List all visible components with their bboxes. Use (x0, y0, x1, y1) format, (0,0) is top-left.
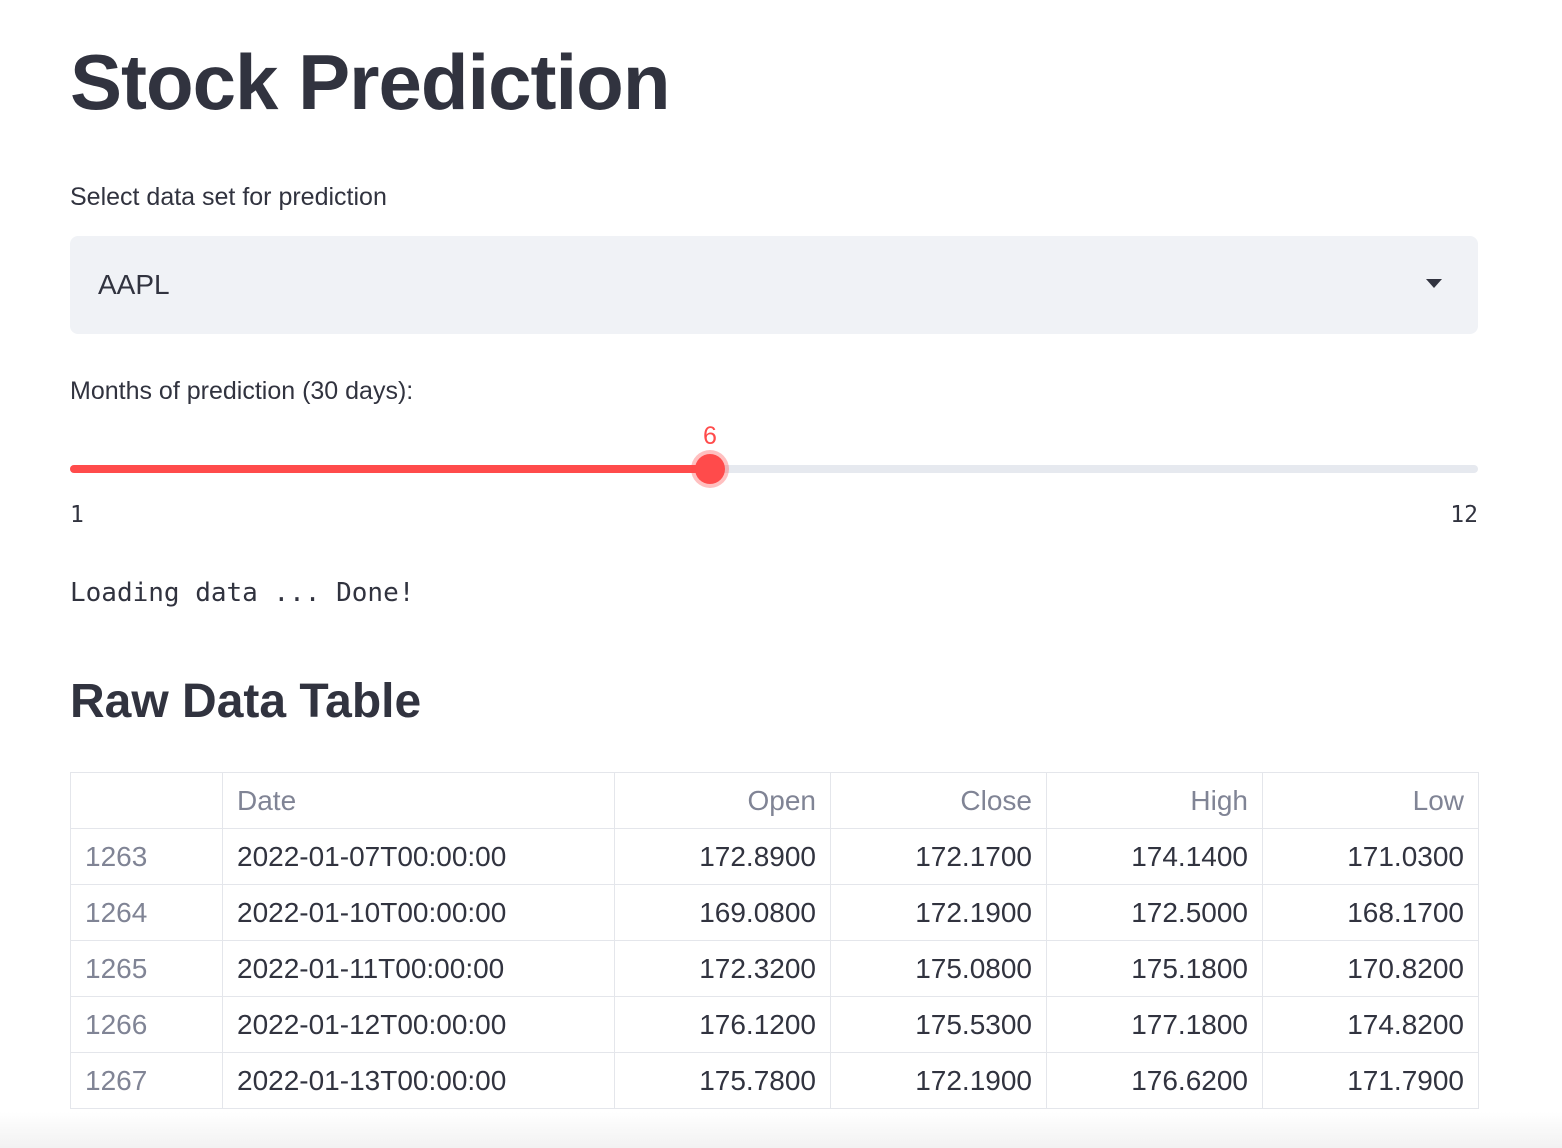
low-cell[interactable]: 171.7900 (1262, 1052, 1479, 1109)
months-slider-fill (70, 465, 710, 473)
close-cell[interactable]: 175.5300 (830, 996, 1047, 1053)
dataset-select[interactable]: AAPL (70, 236, 1478, 334)
table-header-row: Date Open Close High Low (70, 772, 1479, 829)
dataset-select-label: Select data set for prediction (70, 183, 387, 211)
column-header-index[interactable] (70, 772, 223, 829)
dataset-select-value: AAPL (98, 269, 170, 300)
close-cell[interactable]: 172.1900 (830, 884, 1047, 941)
column-header-open[interactable]: Open (614, 772, 831, 829)
months-slider-thumb[interactable] (695, 454, 725, 484)
table-row: 1263 2022-01-07T00:00:00 172.8900 172.17… (70, 828, 1479, 885)
row-index-cell[interactable]: 1263 (70, 828, 223, 885)
high-cell[interactable]: 172.5000 (1046, 884, 1263, 941)
low-cell[interactable]: 170.8200 (1262, 940, 1479, 997)
bottom-fade (0, 1112, 1562, 1148)
page-title: Stock Prediction (70, 38, 670, 126)
close-cell[interactable]: 175.0800 (830, 940, 1047, 997)
row-index-cell[interactable]: 1265 (70, 940, 223, 997)
table-row: 1264 2022-01-10T00:00:00 169.0800 172.19… (70, 884, 1479, 941)
table-row: 1266 2022-01-12T00:00:00 176.1200 175.53… (70, 996, 1479, 1053)
close-cell[interactable]: 172.1900 (830, 1052, 1047, 1109)
high-cell[interactable]: 175.1800 (1046, 940, 1263, 997)
loading-status-text: Loading data ... Done! (70, 578, 415, 608)
low-cell[interactable]: 171.0300 (1262, 828, 1479, 885)
open-cell[interactable]: 169.0800 (614, 884, 831, 941)
raw-data-table: Date Open Close High Low 1263 2022-01-07… (70, 772, 1479, 1109)
row-index-cell[interactable]: 1267 (70, 1052, 223, 1109)
table-row: 1267 2022-01-13T00:00:00 175.7800 172.19… (70, 1052, 1479, 1109)
low-cell[interactable]: 168.1700 (1262, 884, 1479, 941)
date-cell[interactable]: 2022-01-13T00:00:00 (222, 1052, 615, 1109)
date-cell[interactable]: 2022-01-10T00:00:00 (222, 884, 615, 941)
column-header-date[interactable]: Date (222, 772, 615, 829)
months-slider-min: 1 (70, 502, 84, 528)
close-cell[interactable]: 172.1700 (830, 828, 1047, 885)
low-cell[interactable]: 174.8200 (1262, 996, 1479, 1053)
open-cell[interactable]: 176.1200 (614, 996, 831, 1053)
column-header-close[interactable]: Close (830, 772, 1047, 829)
open-cell[interactable]: 172.8900 (614, 828, 831, 885)
raw-data-table-title: Raw Data Table (70, 675, 422, 728)
chevron-down-icon[interactable] (1426, 279, 1442, 288)
months-slider-label: Months of prediction (30 days): (70, 377, 414, 405)
date-cell[interactable]: 2022-01-11T00:00:00 (222, 940, 615, 997)
high-cell[interactable]: 177.1800 (1046, 996, 1263, 1053)
date-cell[interactable]: 2022-01-07T00:00:00 (222, 828, 615, 885)
table-row: 1265 2022-01-11T00:00:00 172.3200 175.08… (70, 940, 1479, 997)
open-cell[interactable]: 172.3200 (614, 940, 831, 997)
high-cell[interactable]: 174.1400 (1046, 828, 1263, 885)
date-cell[interactable]: 2022-01-12T00:00:00 (222, 996, 615, 1053)
row-index-cell[interactable]: 1264 (70, 884, 223, 941)
open-cell[interactable]: 175.7800 (614, 1052, 831, 1109)
column-header-low[interactable]: Low (1262, 772, 1479, 829)
months-slider-max: 12 (1450, 502, 1478, 528)
app-page: Stock Prediction Select data set for pre… (0, 0, 1562, 1148)
high-cell[interactable]: 176.6200 (1046, 1052, 1263, 1109)
column-header-high[interactable]: High (1046, 772, 1263, 829)
row-index-cell[interactable]: 1266 (70, 996, 223, 1053)
months-slider-track[interactable] (70, 465, 1478, 473)
months-slider-value: 6 (703, 422, 717, 450)
